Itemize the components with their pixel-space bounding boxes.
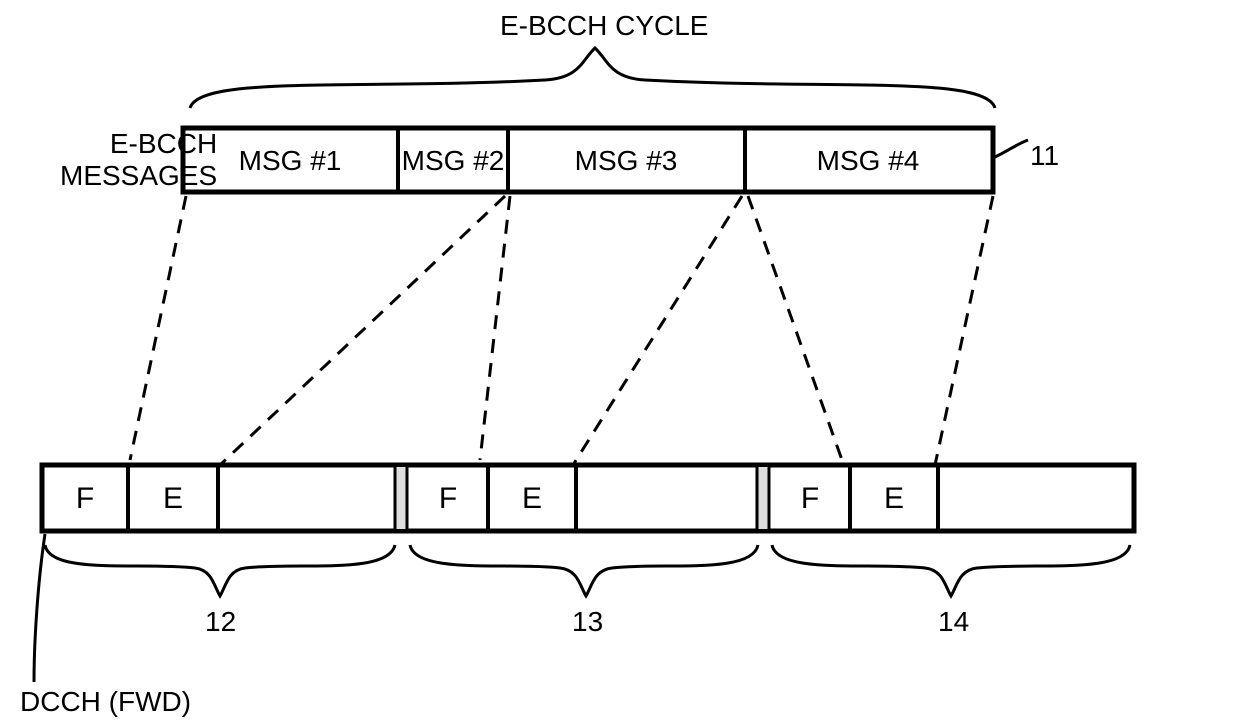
brace-num-12: 12 bbox=[205, 606, 236, 638]
svg-text:11: 11 bbox=[1030, 140, 1059, 171]
msg2-label: MSG #2 bbox=[402, 145, 505, 176]
top-brace bbox=[190, 48, 995, 108]
slot-e-3: E bbox=[884, 482, 904, 515]
msg4-label: MSG #4 bbox=[817, 145, 920, 176]
brace-num-14: 14 bbox=[938, 606, 969, 638]
slot-f-2: F bbox=[439, 482, 457, 515]
ebcch-messages-row: MSG #1 MSG #2 MSG #3 MSG #4 bbox=[183, 128, 993, 192]
title-label: E-BCCH CYCLE bbox=[500, 10, 708, 42]
slot-f-3: F bbox=[801, 482, 819, 515]
brace-num-13: 13 bbox=[572, 606, 603, 638]
dcch-lead bbox=[34, 534, 45, 682]
mapping-lines bbox=[130, 196, 993, 465]
ebcch-messages-label: E-BCCH MESSAGES bbox=[60, 128, 217, 192]
callout-11: 11 bbox=[993, 140, 1059, 171]
slot-e-2: E bbox=[522, 482, 542, 515]
msg3-label: MSG #3 bbox=[575, 145, 678, 176]
bottom-brace-13 bbox=[410, 545, 758, 596]
bottom-brace-12 bbox=[45, 545, 395, 596]
dcch-row: F E F E F E bbox=[42, 465, 1134, 531]
bottom-brace-14 bbox=[772, 545, 1130, 596]
slot-f-1: F bbox=[76, 482, 94, 515]
msg1-label: MSG #1 bbox=[239, 145, 342, 176]
dcch-label: DCCH (FWD) bbox=[20, 686, 191, 718]
slot-e-1: E bbox=[163, 482, 183, 515]
